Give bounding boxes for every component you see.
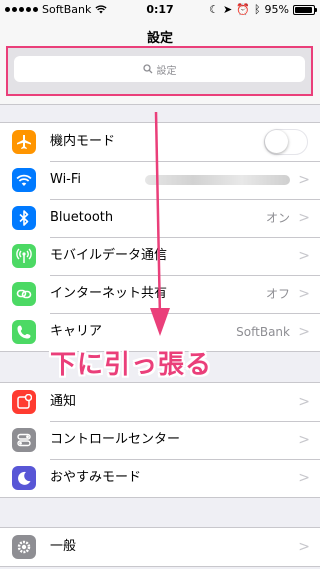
pull-down-arrow <box>150 111 170 336</box>
pull-down-caption: 下に引っ張る <box>50 350 213 380</box>
